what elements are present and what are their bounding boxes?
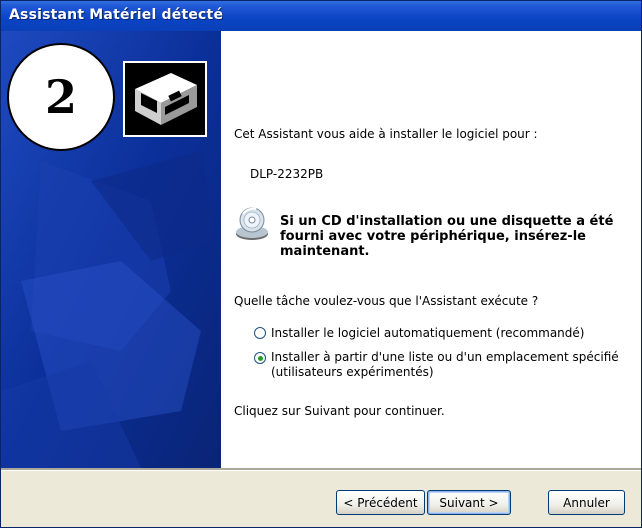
auto-install-label[interactable]: Installer le logiciel automatiquement (r… — [271, 326, 584, 340]
wizard-footer — [1, 471, 641, 527]
manual-install-label-note[interactable]: (utilisateurs expérimentés) — [271, 365, 434, 379]
window-title: Assistant Matériel détecté — [9, 7, 224, 23]
continue-hint: Cliquez sur Suivant pour continuer. — [234, 404, 445, 418]
step-number-badge: 2 — [7, 43, 115, 151]
hardware-card-icon — [123, 61, 207, 137]
wizard-window: Assistant Matériel détecté 2 Cet Assista… — [0, 0, 642, 528]
cancel-button[interactable]: Annuler — [548, 490, 625, 515]
cd-prompt-line-2: fourni avec votre périphérique, insérez-… — [280, 229, 586, 244]
cd-disk-icon — [234, 206, 270, 242]
manual-install-label[interactable]: Installer à partir d'une liste ou d'un e… — [271, 350, 619, 364]
back-button[interactable]: < Précédent — [336, 490, 425, 515]
manual-install-radio[interactable] — [254, 352, 266, 364]
next-button[interactable]: Suivant > — [427, 490, 511, 515]
title-bar[interactable]: Assistant Matériel détecté — [1, 1, 641, 31]
cd-prompt-line-1: Si un CD d'installation ou une disquette… — [280, 214, 614, 229]
radio-selected-dot — [258, 356, 263, 361]
auto-install-radio[interactable] — [254, 327, 266, 339]
task-question: Quelle tâche voulez-vous que l'Assistant… — [234, 294, 539, 308]
device-name: DLP-2232PB — [250, 167, 324, 181]
intro-text: Cet Assistant vous aide à installer le l… — [234, 127, 538, 141]
cd-prompt-line-3: maintenant. — [280, 244, 370, 259]
step-number: 2 — [44, 70, 77, 124]
